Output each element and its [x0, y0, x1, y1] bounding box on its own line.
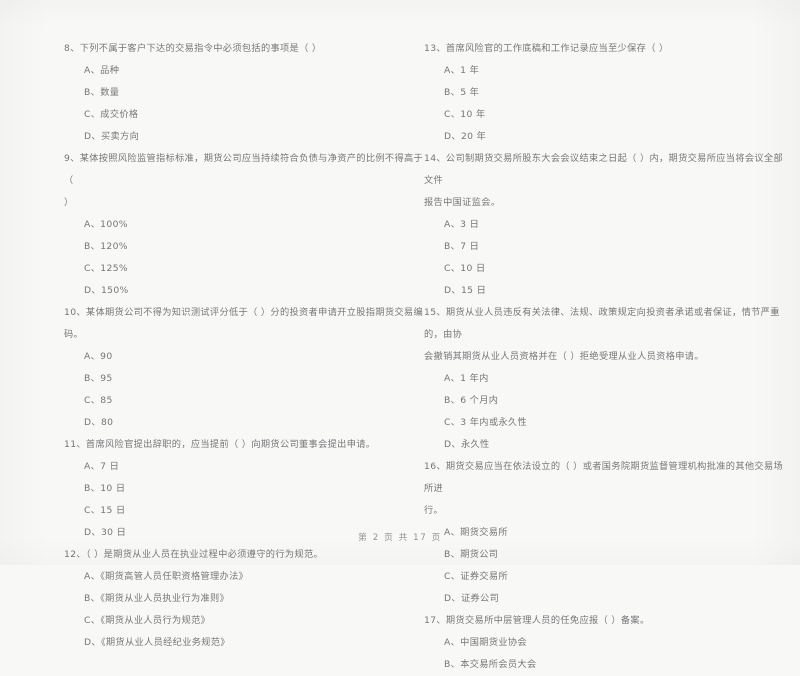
- question-column-left: 8、下列不属于客户下达的交易指令中必须包括的事项是（ ） A、品种 B、数量 C…: [64, 38, 424, 676]
- document-page: 8、下列不属于客户下达的交易指令中必须包括的事项是（ ） A、品种 B、数量 C…: [0, 0, 800, 670]
- question-block: 10、某体期货公司不得为知识测试评分低于（ ）分的投资者申请开立股指期货交易编码…: [64, 302, 424, 434]
- question-block: 12、（ ）是期货从业人员在执业过程中必须遵守的行为规范。 A、《期货高管人员任…: [64, 544, 424, 654]
- question-stem: 10、某体期货公司不得为知识测试评分低于（ ）分的投资者申请开立股指期货交易编码…: [64, 307, 424, 340]
- question-block: 15、期货从业人员违反有关法律、法规、政策规定向投资者承诺或者保证，情节严重的，…: [424, 302, 790, 456]
- question-option[interactable]: D、15 日: [424, 280, 790, 302]
- question-block: 8、下列不属于客户下达的交易指令中必须包括的事项是（ ） A、品种 B、数量 C…: [64, 38, 424, 148]
- question-block: 9、某体按照风险监管指标标准，期货公司应当持续符合负债与净资产的比例不得高于（ …: [64, 148, 424, 302]
- question-stem: 9、某体按照风险监管指标标准，期货公司应当持续符合负债与净资产的比例不得高于（: [64, 153, 424, 186]
- question-option[interactable]: D、150%: [64, 280, 424, 302]
- question-option[interactable]: B、120%: [64, 236, 424, 258]
- question-option[interactable]: B、数量: [64, 82, 424, 104]
- two-column-layout: 8、下列不属于客户下达的交易指令中必须包括的事项是（ ） A、品种 B、数量 C…: [0, 38, 800, 676]
- question-option[interactable]: A、品种: [64, 60, 424, 82]
- question-option[interactable]: C、15 日: [64, 500, 424, 522]
- question-stem-continued: 会撤销其期货从业人员资格并在（ ）拒绝受理从业人员资格申请。: [424, 351, 704, 362]
- question-option[interactable]: C、3 年内或永久性: [424, 412, 790, 434]
- question-option[interactable]: B、《期货从业人员执业行为准则》: [64, 588, 424, 610]
- question-block: 14、公司制期货交易所股东大会会议结束之日起（ ）内，期货交易所应当将会议全部文…: [424, 148, 790, 302]
- question-block: 17、期货交易所中层管理人员的任免应报（ ）备案。 A、中国期货业协会 B、本交…: [424, 610, 790, 676]
- question-stem-continued: ）: [64, 197, 74, 208]
- question-option[interactable]: C、证券交易所: [424, 566, 790, 588]
- question-option[interactable]: A、《期货高管人员任职资格管理办法》: [64, 566, 424, 588]
- question-option[interactable]: D、买卖方向: [64, 126, 424, 148]
- question-option[interactable]: A、7 日: [64, 456, 424, 478]
- question-column-right: 13、首席风险官的工作底稿和工作记录应当至少保存（ ） A、1 年 B、5 年 …: [424, 38, 790, 676]
- question-option[interactable]: D、《期货从业人员经纪业务规范》: [64, 632, 424, 654]
- question-option[interactable]: B、95: [64, 368, 424, 390]
- question-option[interactable]: B、5 年: [424, 82, 790, 104]
- question-block: 13、首席风险官的工作底稿和工作记录应当至少保存（ ） A、1 年 B、5 年 …: [424, 38, 790, 148]
- question-option[interactable]: C、《期货从业人员行为规范》: [64, 610, 424, 632]
- question-option[interactable]: C、10 年: [424, 104, 790, 126]
- question-stem: 11、首席风险官提出辞职的，应当提前（ ）向期货公司董事会提出申请。: [64, 439, 376, 450]
- question-stem-continued: 报告中国证监会。: [424, 197, 501, 208]
- question-stem: 14、公司制期货交易所股东大会会议结束之日起（ ）内，期货交易所应当将会议全部文…: [424, 153, 784, 186]
- question-option[interactable]: D、20 年: [424, 126, 790, 148]
- question-option[interactable]: D、80: [64, 412, 424, 434]
- question-option[interactable]: A、中国期货业协会: [424, 632, 790, 654]
- question-option[interactable]: A、100%: [64, 214, 424, 236]
- question-option[interactable]: B、10 日: [64, 478, 424, 500]
- question-stem: 8、下列不属于客户下达的交易指令中必须包括的事项是（ ）: [64, 43, 322, 54]
- question-block: 11、首席风险官提出辞职的，应当提前（ ）向期货公司董事会提出申请。 A、7 日…: [64, 434, 424, 544]
- question-stem-continued: 行。: [424, 505, 444, 516]
- question-stem: 12、（ ）是期货从业人员在执业过程中必须遵守的行为规范。: [64, 549, 324, 560]
- question-option[interactable]: D、证券公司: [424, 588, 790, 610]
- question-option[interactable]: B、本交易所会员大会: [424, 654, 790, 676]
- question-option[interactable]: C、10 日: [424, 258, 790, 280]
- question-option[interactable]: B、7 日: [424, 236, 790, 258]
- question-option[interactable]: C、125%: [64, 258, 424, 280]
- question-option[interactable]: B、期货公司: [424, 544, 790, 566]
- question-stem: 16、期货交易应当在依法设立的（ ）或者国务院期货监督管理机构批准的其他交易场所…: [424, 461, 784, 494]
- question-option[interactable]: D、永久性: [424, 434, 790, 456]
- question-stem: 17、期货交易所中层管理人员的任免应报（ ）备案。: [424, 615, 650, 626]
- question-option[interactable]: A、90: [64, 346, 424, 368]
- question-option[interactable]: A、1 年内: [424, 368, 790, 390]
- question-stem: 13、首席风险官的工作底稿和工作记录应当至少保存（ ）: [424, 43, 669, 54]
- question-option[interactable]: A、3 日: [424, 214, 790, 236]
- question-option[interactable]: B、6 个月内: [424, 390, 790, 412]
- question-stem: 15、期货从业人员违反有关法律、法规、政策规定向投资者承诺或者保证，情节严重的，…: [424, 307, 780, 340]
- page-footer: 第 2 页 共 17 页: [358, 533, 442, 543]
- question-option[interactable]: C、成交价格: [64, 104, 424, 126]
- question-option[interactable]: A、1 年: [424, 60, 790, 82]
- question-option[interactable]: C、85: [64, 390, 424, 412]
